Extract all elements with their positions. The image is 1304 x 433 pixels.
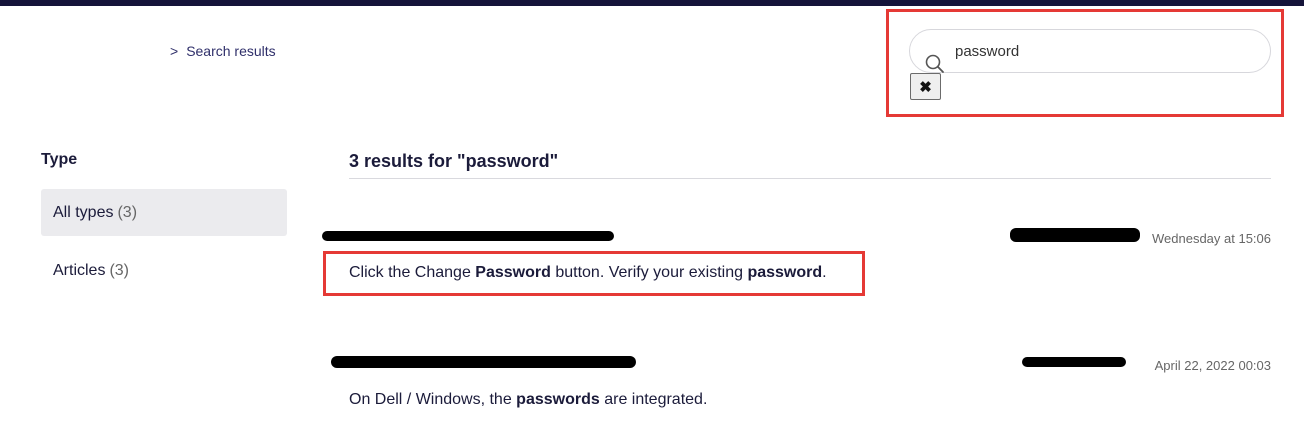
- snippet-text: are integrated.: [599, 391, 708, 408]
- divider: [349, 178, 1271, 179]
- snippet-text: Click the Change: [349, 264, 476, 281]
- filter-count: (3): [109, 261, 130, 279]
- search-icon: [924, 53, 946, 75]
- snippet-highlight: passwords: [516, 391, 600, 408]
- result-snippet: Click the Change Password button. Verify…: [349, 264, 827, 282]
- result-date: Wednesday at 15:06: [1151, 231, 1271, 246]
- filter-articles[interactable]: Articles (3): [41, 247, 287, 294]
- breadcrumb-separator: >: [170, 43, 179, 59]
- filter-label: All types: [53, 203, 114, 221]
- breadcrumb-search-results[interactable]: Search results: [186, 43, 275, 59]
- search-input[interactable]: [909, 29, 1271, 73]
- filter-type-title: Type: [41, 151, 78, 168]
- search-box: [909, 29, 1271, 73]
- snippet-text: On Dell / Windows, the: [349, 391, 517, 408]
- results-heading: 3 results for "password": [349, 151, 559, 171]
- redacted-author: [1010, 228, 1140, 242]
- clear-search-button[interactable]: ✖: [910, 73, 941, 100]
- result-snippet: On Dell / Windows, the passwords are int…: [349, 391, 707, 409]
- result-date: April 22, 2022 00:03: [1154, 358, 1271, 373]
- snippet-highlight: password: [747, 264, 823, 281]
- redacted-title[interactable]: [331, 356, 636, 368]
- filter-count: (3): [117, 203, 138, 221]
- snippet-highlight: Password: [475, 264, 551, 281]
- filter-label: Articles: [53, 261, 106, 279]
- snippet-text: button. Verify your existing: [550, 264, 748, 281]
- redacted-author: [1022, 357, 1126, 367]
- breadcrumb: > Search results: [170, 43, 276, 59]
- top-bar: [0, 0, 1304, 6]
- filter-all-types[interactable]: All types (3): [41, 189, 287, 236]
- redacted-title[interactable]: [322, 231, 614, 241]
- snippet-text: .: [822, 264, 827, 281]
